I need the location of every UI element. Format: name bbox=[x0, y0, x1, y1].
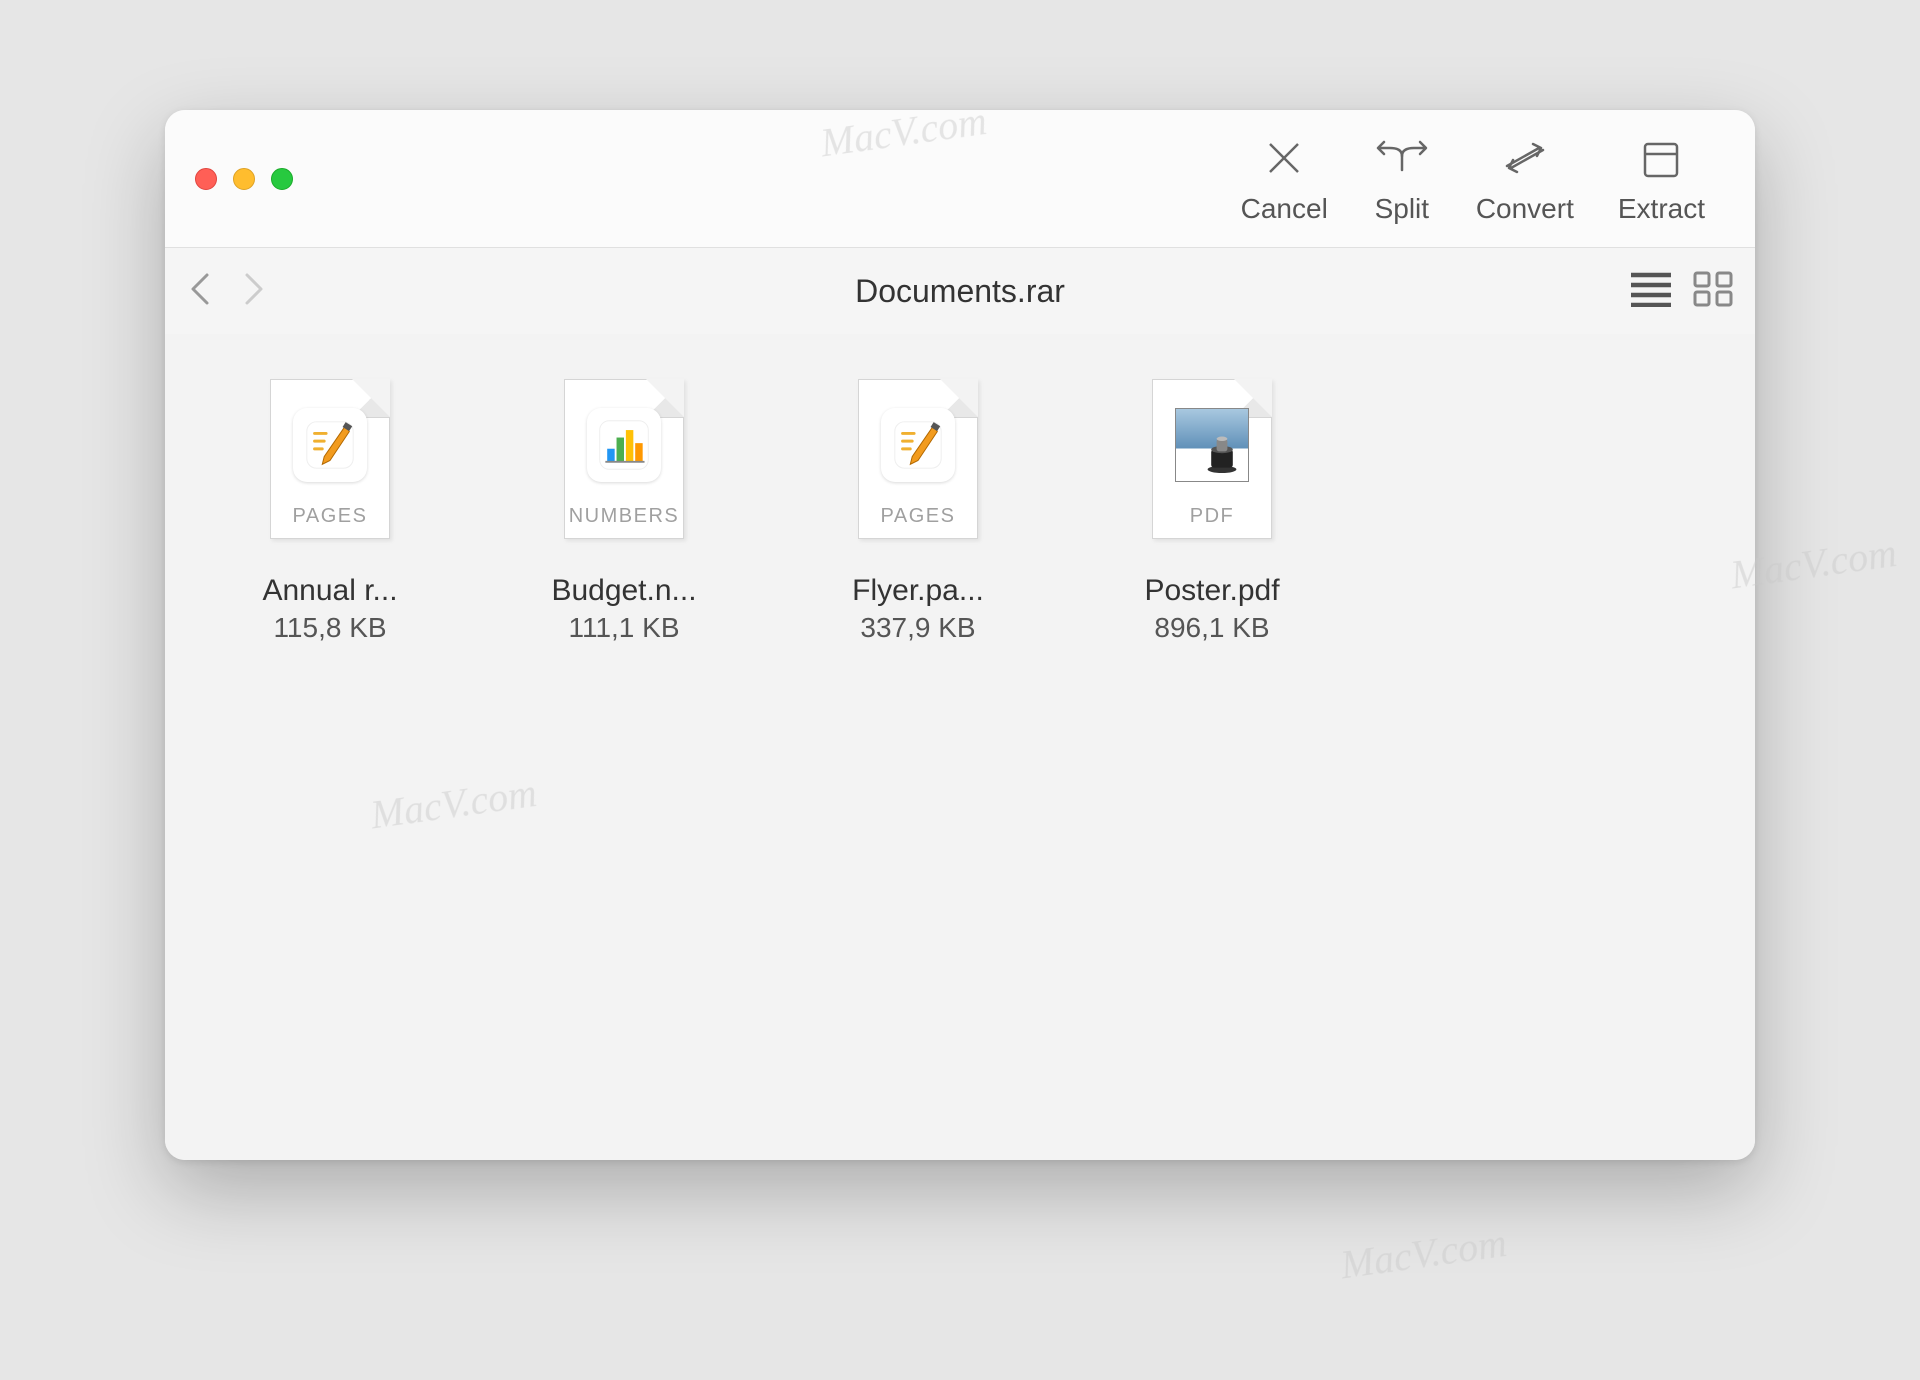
convert-button[interactable]: Convert bbox=[1476, 133, 1574, 225]
file-grid: PAGES Annual r... 115,8 KB NUMBERS Budge… bbox=[165, 334, 1755, 1160]
file-item[interactable]: NUMBERS Budget.n... 111,1 KB bbox=[479, 364, 769, 644]
close-button[interactable] bbox=[195, 168, 217, 190]
file-item[interactable]: PDF Poster.pdf 896,1 KB bbox=[1067, 364, 1357, 644]
pages-file-icon: PAGES bbox=[843, 364, 993, 554]
split-button[interactable]: Split bbox=[1372, 133, 1432, 225]
file-type-label: PDF bbox=[1153, 505, 1271, 528]
view-toggle bbox=[1629, 271, 1733, 312]
toolbar: Cancel Split Convert Extract bbox=[1241, 133, 1725, 225]
minimize-button[interactable] bbox=[233, 168, 255, 190]
file-type-label: PAGES bbox=[859, 505, 977, 528]
forward-button[interactable] bbox=[239, 269, 267, 314]
cancel-button[interactable]: Cancel bbox=[1241, 133, 1328, 225]
window-controls bbox=[195, 168, 293, 190]
extract-button[interactable]: Extract bbox=[1618, 133, 1705, 225]
file-size: 115,8 KB bbox=[273, 612, 386, 644]
split-label: Split bbox=[1375, 193, 1429, 225]
extract-icon bbox=[1637, 133, 1685, 183]
file-name: Flyer.pa... bbox=[852, 574, 984, 608]
nav-arrows bbox=[187, 269, 267, 314]
file-name: Poster.pdf bbox=[1144, 574, 1279, 608]
file-name: Annual r... bbox=[262, 574, 397, 608]
file-type-label: NUMBERS bbox=[565, 505, 683, 528]
file-size: 337,9 KB bbox=[860, 612, 975, 644]
nav-bar: Documents.rar bbox=[165, 248, 1755, 334]
archive-window: Cancel Split Convert Extract bbox=[165, 110, 1755, 1160]
convert-icon bbox=[1499, 133, 1551, 183]
list-view-button[interactable] bbox=[1629, 271, 1673, 312]
titlebar: Cancel Split Convert Extract bbox=[165, 110, 1755, 248]
watermark: MacV.com bbox=[1338, 1219, 1510, 1289]
file-name: Budget.n... bbox=[551, 574, 696, 608]
file-size: 896,1 KB bbox=[1154, 612, 1269, 644]
fullscreen-button[interactable] bbox=[271, 168, 293, 190]
file-item[interactable]: PAGES Flyer.pa... 337,9 KB bbox=[773, 364, 1063, 644]
pages-file-icon: PAGES bbox=[255, 364, 405, 554]
cancel-icon bbox=[1262, 133, 1306, 183]
file-type-label: PAGES bbox=[271, 505, 389, 528]
archive-title: Documents.rar bbox=[855, 273, 1065, 310]
split-icon bbox=[1372, 133, 1432, 183]
extract-label: Extract bbox=[1618, 193, 1705, 225]
back-button[interactable] bbox=[187, 269, 215, 314]
file-item[interactable]: PAGES Annual r... 115,8 KB bbox=[185, 364, 475, 644]
pdf-file-icon: PDF bbox=[1137, 364, 1287, 554]
convert-label: Convert bbox=[1476, 193, 1574, 225]
numbers-file-icon: NUMBERS bbox=[549, 364, 699, 554]
grid-view-button[interactable] bbox=[1693, 271, 1733, 312]
file-size: 111,1 KB bbox=[568, 612, 679, 644]
cancel-label: Cancel bbox=[1241, 193, 1328, 225]
